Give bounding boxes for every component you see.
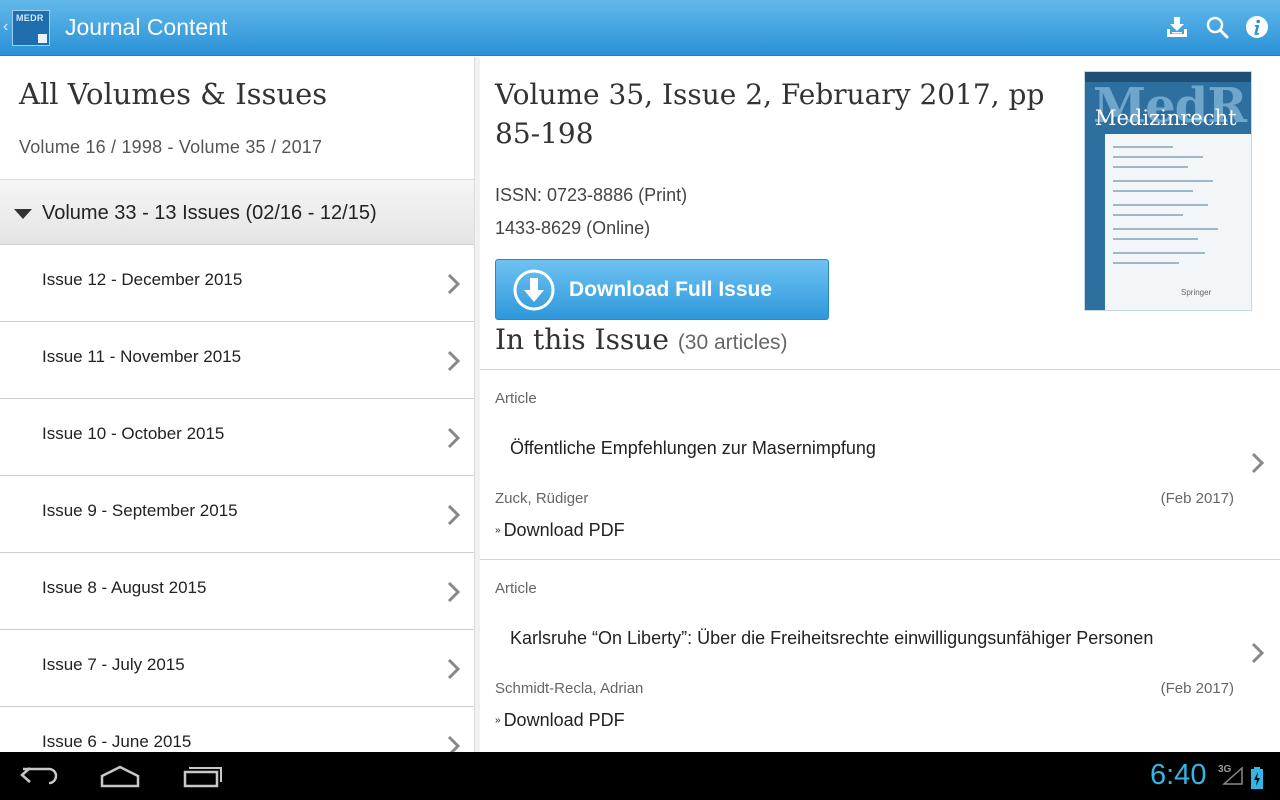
double-chevron-icon: » [495,525,501,536]
issue-row[interactable]: Issue 10 - October 2015 [0,399,474,476]
in-this-issue-label: In this Issue [495,323,669,356]
download-pdf-link[interactable]: » Download PDF [495,710,625,731]
chevron-right-icon [446,350,461,377]
download-full-issue-label: Download Full Issue [569,277,773,301]
download-pdf-link[interactable]: » Download PDF [495,520,625,541]
battery-icon [1250,767,1264,794]
volume-group-label: Volume 33 - 13 Issues (02/16 - 12/15) [42,202,377,225]
issn-block: ISSN: 0723-8886 (Print) 1433-8629 (Onlin… [495,179,687,245]
article-type: Article [495,390,537,407]
page-title: Journal Content [65,14,228,40]
search-icon[interactable] [1204,14,1230,40]
issue-label: Issue 7 - July 2015 [42,655,185,674]
article-list: Article Öffentliche Empfehlungen zur Mas… [480,369,1280,749]
volume-range: Volume 16 / 1998 - Volume 35 / 2017 [19,137,323,157]
volume-group-header[interactable]: Volume 33 - 13 Issues (02/16 - 12/15) [0,179,474,245]
issue-label: Issue 8 - August 2015 [42,578,207,597]
issue-label: Issue 11 - November 2015 [42,347,242,366]
article-title: Karlsruhe “On Liberty”: Über die Freihei… [510,628,1154,648]
volumes-title: All Volumes & Issues [19,77,328,111]
issn-print: ISSN: 0723-8886 (Print) [495,185,688,205]
issue-label: Issue 10 - October 2015 [42,424,225,443]
app-logo-mark [38,34,47,43]
download-tray-icon[interactable] [1164,14,1190,40]
journal-cover-image[interactable]: MedR Medizinrecht Springer [1084,71,1252,311]
article-item[interactable]: Article Karlsruhe “On Liberty”: Über die… [480,559,1280,749]
article-author: Zuck, Rüdiger [495,490,589,507]
collapse-triangle-icon [14,209,32,219]
issue-label: Issue 6 - June 2015 [42,732,192,751]
chevron-right-icon [446,504,461,531]
download-full-issue-button[interactable]: Download Full Issue [495,259,829,320]
chevron-right-icon [446,427,461,454]
issue-row[interactable]: Issue 8 - August 2015 [0,553,474,630]
issue-row[interactable]: Issue 11 - November 2015 [0,322,474,399]
volume-group-range: (02/16 - 12/15) [245,202,377,224]
cover-publisher: Springer [1181,288,1212,297]
issue-row[interactable]: Issue 7 - July 2015 [0,630,474,707]
chevron-right-icon [446,735,461,752]
action-bar-icons [1164,14,1270,40]
volume-group-title: Volume 33 - 13 Issues [42,202,240,224]
article-date: (Feb 2017) [1160,490,1234,507]
chevron-right-icon [446,581,461,608]
issn-online: 1433-8629 (Online) [495,218,651,238]
system-navigation-bar: 6:40 3G [0,752,1280,800]
signal-icon [1222,766,1244,791]
clock[interactable]: 6:40 [1150,759,1206,792]
app-logo-text: MEDR [16,13,44,23]
up-caret-icon[interactable]: ‹ [3,18,8,36]
issue-row[interactable]: Issue 6 - June 2015 [0,707,474,752]
app-logo[interactable]: MEDR [12,10,50,46]
issue-list: Issue 12 - December 2015 Issue 11 - Nove… [0,245,474,752]
issue-row[interactable]: Issue 9 - September 2015 [0,476,474,553]
download-pdf-label: Download PDF [503,710,625,730]
article-item[interactable]: Article Öffentliche Empfehlungen zur Mas… [480,369,1280,559]
chevron-right-icon [446,273,461,300]
home-icon[interactable] [98,762,142,790]
action-bar: ‹ MEDR Journal Content [0,0,1280,56]
info-icon[interactable] [1244,14,1270,40]
in-this-issue-heading: In this Issue (30 articles) [495,323,788,356]
article-count: (30 articles) [677,331,788,354]
issue-label: Issue 9 - September 2015 [42,501,238,520]
issue-detail-pane: Volume 35, Issue 2, February 2017, pp 85… [480,57,1280,752]
chevron-right-icon [1250,452,1265,479]
issue-heading: Volume 35, Issue 2, February 2017, pp 85… [495,78,1045,150]
issue-label: Issue 12 - December 2015 [42,270,243,289]
article-type: Article [495,580,537,597]
chevron-right-icon [1250,642,1265,669]
back-icon[interactable] [18,762,62,790]
download-arrow-icon [513,269,555,311]
volumes-pane: All Volumes & Issues Volume 16 / 1998 - … [0,57,474,752]
cover-side-band [1085,134,1105,310]
article-title: Öffentliche Empfehlungen zur Masernimpfu… [510,438,876,458]
download-pdf-label: Download PDF [503,520,625,540]
recent-apps-icon[interactable] [180,762,224,790]
article-date: (Feb 2017) [1160,680,1234,697]
double-chevron-icon: » [495,715,501,726]
chevron-right-icon [446,658,461,685]
issue-row[interactable]: Issue 12 - December 2015 [0,245,474,322]
article-author: Schmidt-Recla, Adrian [495,680,644,697]
cover-contents-panel [1105,134,1251,310]
cover-subtitle: Medizinrecht [1095,106,1237,130]
